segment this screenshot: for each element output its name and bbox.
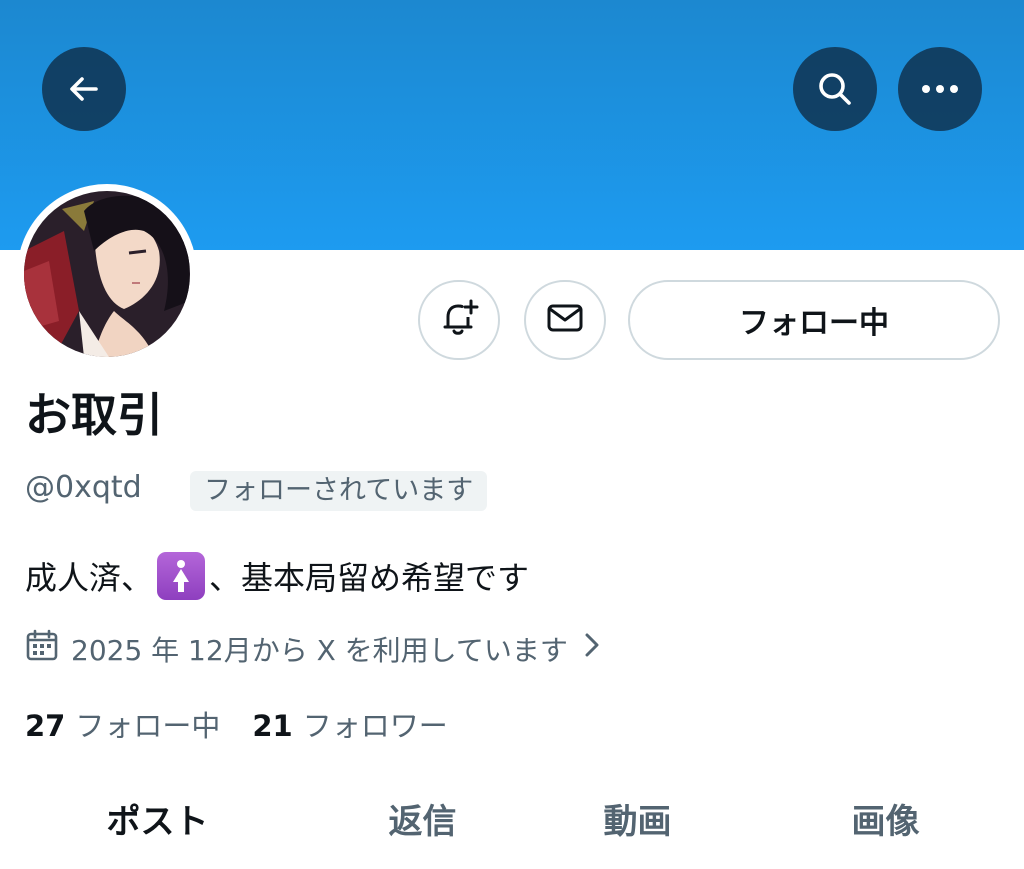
profile-bio: 成人済、 、基本局留め希望です [25,552,529,600]
avatar[interactable] [24,191,190,357]
chevron-right-icon [582,630,602,667]
following-button[interactable]: フォロー中 [628,280,1000,360]
tab-posts[interactable]: ポスト [60,790,255,860]
bio-text-end: 、基本局留め希望です [209,559,530,597]
back-button[interactable] [42,47,126,131]
join-date-text: 2025 年 12月から X を利用しています [71,633,568,667]
profile-handle: @0xqtd [25,470,142,505]
following-label: フォロー中 [75,709,221,743]
profile-name: お取引 [25,388,163,442]
followers-stat[interactable]: 21 フォロワー [252,703,447,745]
bell-plus-icon [438,297,480,343]
female-sign-emoji [157,552,206,600]
search-icon [813,67,857,111]
join-date-row[interactable]: 2025 年 12月から X を利用しています [25,628,602,669]
profile-page: フォロー中 お取引 @0xqtd フォローされています 成人済、 、基本局留め希… [0,0,1024,869]
message-button[interactable] [524,280,606,360]
avatar-frame[interactable] [17,184,197,364]
bio-text-start: 成人済、 [25,559,154,597]
followers-count: 21 [252,709,293,743]
following-count: 27 [25,709,66,743]
tab-videos[interactable]: 動画 [540,790,735,860]
tab-replies[interactable]: 返信 [325,790,520,860]
calendar-icon [25,628,59,669]
envelope-icon [544,297,586,343]
more-options-button[interactable] [898,47,982,131]
following-stat[interactable]: 27 フォロー中 [25,703,220,745]
follow-stats: 27 フォロー中 21 フォロワー [25,703,480,745]
follows-you-badge: フォローされています [190,471,488,511]
more-horizontal-icon [918,83,962,95]
notification-toggle-button[interactable] [418,280,500,360]
profile-tabs: ポスト 返信 動画 画像 [0,790,1024,860]
tab-media[interactable]: 画像 [788,790,983,860]
followers-label: フォロワー [302,709,448,743]
search-button[interactable] [793,47,877,131]
arrow-left-icon [64,69,104,109]
